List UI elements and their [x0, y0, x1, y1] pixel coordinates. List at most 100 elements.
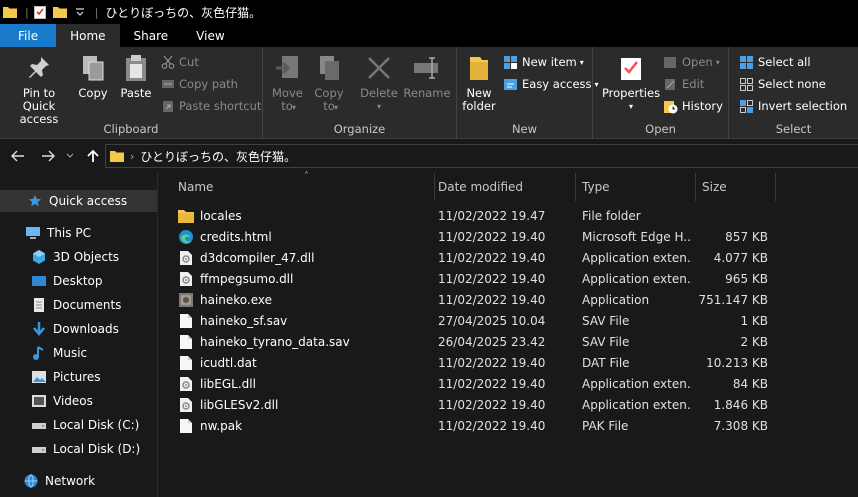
move-to-label: Move to: [272, 86, 303, 113]
file-row[interactable]: libGLESv2.dll 11/02/2022 19.40 Application…: [159, 394, 858, 415]
nav-label: Local Disk (C:): [53, 418, 140, 432]
tab-file[interactable]: File: [0, 24, 57, 47]
pin-to-quick-access-button[interactable]: Pin to Quick access: [4, 51, 74, 126]
nav-item-downloads[interactable]: Downloads: [30, 318, 119, 340]
file-date: 27/04/2025 10.04: [438, 313, 546, 328]
file-name-cell[interactable]: locales: [178, 205, 430, 226]
column-header-type[interactable]: Type: [573, 173, 696, 201]
file-row[interactable]: credits.html 11/02/2022 19.40 Microsoft Ed…: [159, 226, 858, 247]
paste-shortcut-button[interactable]: Paste shortcut: [161, 96, 261, 116]
open-button[interactable]: Open ▾: [663, 52, 720, 72]
up-button[interactable]: [84, 147, 102, 165]
file-row[interactable]: d3dcompiler_47.dll 11/02/2022 19.40 Applic…: [159, 247, 858, 268]
nav-item-3d-objects[interactable]: 3D Objects: [30, 246, 119, 268]
chevron-down-icon: ▾: [628, 102, 633, 111]
file-date: 11/02/2022 19.40: [438, 271, 546, 286]
properties-quick-icon[interactable]: [32, 4, 48, 20]
file-name: locales: [200, 208, 242, 223]
file-row[interactable]: nw.pak 11/02/2022 19.40 PAK File 7.308 KB: [159, 415, 858, 436]
delete-label: Delete: [360, 86, 398, 100]
copy-to-button[interactable]: Copy to ▾: [311, 51, 347, 114]
new-group-label: New: [511, 122, 538, 136]
nav-item-local-disk-c[interactable]: Local Disk (C:): [30, 414, 139, 436]
cut-label: Cut: [179, 55, 199, 69]
tab-view[interactable]: View: [182, 24, 238, 47]
file-name-cell[interactable]: credits.html: [178, 226, 430, 247]
back-button[interactable]: [8, 147, 28, 165]
file-type: SAV File: [582, 313, 630, 328]
file-row[interactable]: locales 11/02/2022 19.47 File folder: [159, 205, 858, 226]
file-row[interactable]: haineko_sf.sav 27/04/2025 10.04 SAV File 1 …: [159, 310, 858, 331]
copy-path-label: Copy path: [179, 77, 238, 91]
new-folder-quick-icon[interactable]: [52, 4, 68, 20]
cut-button[interactable]: Cut: [161, 52, 199, 72]
file-type: Application exten...: [582, 271, 692, 286]
nav-item-this-pc[interactable]: This PC: [24, 222, 91, 244]
copy-path-button[interactable]: Copy path: [161, 74, 238, 94]
breadcrumb-current[interactable]: ひとりぼっちの、灰色仔猫。: [140, 148, 296, 165]
delete-button[interactable]: Delete ▾: [359, 51, 399, 113]
file-name-cell[interactable]: ffmpegsumo.dll: [178, 268, 430, 289]
properties-button[interactable]: Properties ▾: [602, 51, 660, 113]
nav-item-videos[interactable]: Videos: [30, 390, 93, 412]
tab-home[interactable]: Home: [56, 24, 120, 47]
file-date: 11/02/2022 19.47: [438, 208, 546, 223]
file-name-cell[interactable]: nw.pak: [178, 415, 430, 436]
nav-item-network[interactable]: Network: [22, 470, 95, 492]
file-date: 11/02/2022 19.40: [438, 250, 546, 265]
file-icon: [178, 418, 194, 434]
nav-item-quick-access[interactable]: Quick access: [0, 190, 157, 212]
column-header-name[interactable]: ˄ Name: [169, 171, 435, 201]
file-row[interactable]: icudtl.dat 11/02/2022 19.40 DAT File 10.213…: [159, 352, 858, 373]
rename-button[interactable]: Rename: [401, 51, 453, 100]
file-name-cell[interactable]: libEGL.dll: [178, 373, 430, 394]
nav-item-desktop[interactable]: Desktop: [30, 270, 103, 292]
customize-toolbar-icon[interactable]: [72, 4, 88, 20]
column-header-date[interactable]: Date modified: [429, 173, 576, 201]
move-to-button[interactable]: Move to ▾: [269, 51, 305, 114]
network-icon: [22, 473, 40, 489]
file-name: credits.html: [200, 229, 272, 244]
paste-button[interactable]: Paste: [116, 51, 156, 100]
invert-selection-icon: [740, 99, 753, 113]
file-name-cell[interactable]: d3dcompiler_47.dll: [178, 247, 430, 268]
edit-icon: [665, 78, 675, 90]
clipboard-icon: [120, 51, 152, 85]
edit-button[interactable]: Edit: [663, 74, 704, 94]
invert-selection-button[interactable]: Invert selection: [739, 96, 847, 116]
select-none-button[interactable]: Select none: [739, 74, 826, 94]
file-size: 1.846 KB: [713, 397, 768, 412]
file-row[interactable]: haineko.exe 11/02/2022 19.40 Application 75…: [159, 289, 858, 310]
select-all-button[interactable]: Select all: [739, 52, 811, 72]
nav-item-pictures[interactable]: Pictures: [30, 366, 101, 388]
music-icon: [30, 345, 48, 361]
file-name-cell[interactable]: libGLESv2.dll: [178, 394, 430, 415]
folder-icon: [110, 151, 124, 162]
nav-item-music[interactable]: Music: [30, 342, 87, 364]
copy-button[interactable]: Copy: [74, 51, 112, 100]
nav-item-documents[interactable]: Documents: [30, 294, 121, 316]
file-name-cell[interactable]: icudtl.dat: [178, 352, 430, 373]
new-item-button[interactable]: New item ▾: [503, 52, 584, 72]
file-name-cell[interactable]: haineko_sf.sav: [178, 310, 430, 331]
pin-icon: [23, 51, 55, 85]
new-folder-button[interactable]: New folder: [461, 51, 497, 113]
file-size: 1 KB: [740, 313, 768, 328]
dll-icon: [178, 271, 194, 287]
column-header-size[interactable]: Size: [693, 173, 776, 201]
recent-locations-button[interactable]: [64, 147, 76, 165]
address-bar[interactable]: › ひとりぼっちの、灰色仔猫。: [105, 144, 858, 168]
easy-access-button[interactable]: Easy access ▾: [503, 74, 599, 94]
file-row[interactable]: libEGL.dll 11/02/2022 19.40 Application ex…: [159, 373, 858, 394]
tab-share[interactable]: Share: [120, 24, 183, 47]
paste-shortcut-label: Paste shortcut: [179, 99, 262, 113]
history-button[interactable]: History: [663, 96, 723, 116]
forward-button[interactable]: [38, 147, 58, 165]
file-size: 84 KB: [732, 376, 768, 391]
file-row[interactable]: haineko_tyrano_data.sav 26/04/2025 23.42 S…: [159, 331, 858, 352]
nav-item-local-disk-d[interactable]: Local Disk (D:): [30, 438, 140, 460]
file-name-cell[interactable]: haineko_tyrano_data.sav: [178, 331, 430, 352]
file-name-cell[interactable]: haineko.exe: [178, 289, 430, 310]
file-row[interactable]: ffmpegsumo.dll 11/02/2022 19.40 Applicatio…: [159, 268, 858, 289]
new-group: New folder New item ▾ Easy access ▾ New: [457, 47, 599, 139]
